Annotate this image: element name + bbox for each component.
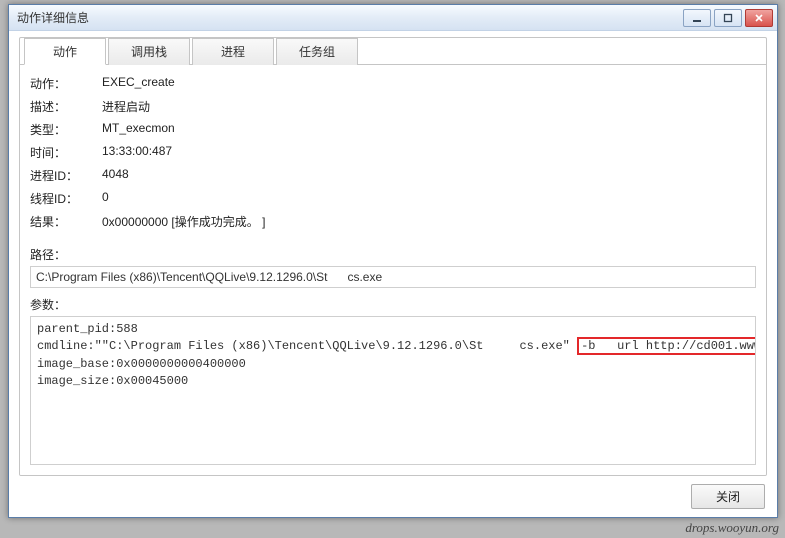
type-value: MT_execmon (102, 121, 756, 138)
time-value: 13:33:00:487 (102, 144, 756, 161)
close-icon (754, 13, 764, 23)
pid-value: 4048 (102, 167, 756, 184)
type-label: 类型： (30, 121, 90, 138)
tab-content: 动作： EXEC_create 描述： 进程启动 类型： MT_execmon … (20, 64, 766, 475)
result-value: 0x00000000 [操作成功完成。 ] (102, 213, 756, 230)
result-label: 结果： (30, 213, 90, 230)
params-textarea[interactable]: parent_pid:588 cmdline:""C:\Program File… (30, 316, 756, 465)
maximize-button[interactable] (714, 9, 742, 27)
dialog-window: 动作详细信息 动作 调用栈 进程 任务组 动作： EX (8, 4, 778, 518)
minimize-button[interactable] (683, 9, 711, 27)
param-line: image_base:0x0000000000400000 (37, 357, 246, 371)
tab-panel: 动作 调用栈 进程 任务组 动作： EXEC_create 描述： 进程启动 类… (19, 37, 767, 476)
details-grid: 动作： EXEC_create 描述： 进程启动 类型： MT_execmon … (30, 75, 756, 230)
footer-buttons: 关闭 (19, 476, 767, 509)
tab-strip: 动作 调用栈 进程 任务组 (20, 37, 766, 64)
param-line: image_size:0x00045000 (37, 374, 188, 388)
dialog-body: 动作 调用栈 进程 任务组 动作： EXEC_create 描述： 进程启动 类… (9, 31, 777, 517)
tab-process[interactable]: 进程 (192, 38, 274, 65)
tab-callstack[interactable]: 调用栈 (108, 38, 190, 65)
tab-action[interactable]: 动作 (24, 38, 106, 65)
path-label: 路径： (30, 246, 756, 263)
param-line: cmdline:""C:\Program Files (x86)\Tencent… (37, 339, 577, 353)
maximize-icon (723, 13, 733, 23)
titlebar: 动作详细信息 (9, 5, 777, 31)
params-label: 参数： (30, 296, 756, 313)
path-input[interactable] (30, 266, 756, 288)
pid-label: 进程ID： (30, 167, 90, 184)
minimize-icon (692, 13, 702, 23)
close-window-button[interactable] (745, 9, 773, 27)
tab-taskgroup[interactable]: 任务组 (276, 38, 358, 65)
tid-value: 0 (102, 190, 756, 207)
time-label: 时间： (30, 144, 90, 161)
watermark: drops.wooyun.org (685, 520, 779, 536)
window-controls (683, 9, 773, 27)
desc-value: 进程启动 (102, 98, 756, 115)
action-label: 动作： (30, 75, 90, 92)
close-button[interactable]: 关闭 (691, 484, 765, 509)
action-value: EXEC_create (102, 75, 756, 92)
window-title: 动作详细信息 (17, 9, 683, 26)
highlighted-url: -b url http://cd001.www.duba.net/duba/in… (577, 337, 756, 355)
tid-label: 线程ID： (30, 190, 90, 207)
param-line: parent_pid:588 (37, 322, 138, 336)
desc-label: 描述： (30, 98, 90, 115)
